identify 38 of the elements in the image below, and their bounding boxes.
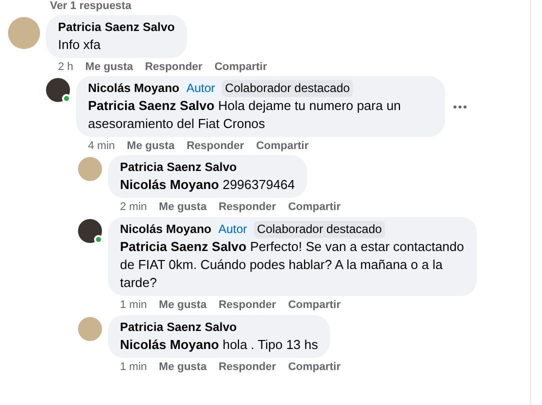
comment-time[interactable]: 2 min xyxy=(120,198,147,216)
comment-text: Nicolás Moyano 2996379464 xyxy=(120,176,295,194)
author-name[interactable]: Patricia Saenz Salvo xyxy=(120,319,237,336)
avatar[interactable] xyxy=(46,78,70,102)
author-badge: Autor xyxy=(215,221,250,238)
author-name[interactable]: Nicolás Moyano xyxy=(88,80,180,97)
view-replies-link[interactable]: Ver 1 respuesta xyxy=(8,0,530,13)
author-name[interactable]: Patricia Saenz Salvo xyxy=(58,19,175,36)
comment-time[interactable]: 1 min xyxy=(120,296,147,314)
author-badge: Colaborador destacado xyxy=(222,80,353,97)
comment-action[interactable]: Responder xyxy=(218,296,276,314)
comment-action[interactable]: Compartir xyxy=(288,296,341,314)
more-icon[interactable] xyxy=(453,104,467,108)
author-badge: Colaborador destacado xyxy=(254,221,385,238)
comment-time[interactable]: 2 h xyxy=(58,58,74,76)
comment-text: Info xfa xyxy=(58,36,102,54)
comment-action[interactable]: Me gusta xyxy=(158,358,207,376)
comment-action[interactable]: Responder xyxy=(218,198,276,216)
comment-action[interactable]: Responder xyxy=(218,358,276,376)
comment-time[interactable]: 1 min xyxy=(120,358,147,376)
author-name[interactable]: Nicolás Moyano xyxy=(120,221,212,238)
comment-action[interactable]: Me gusta xyxy=(158,296,207,314)
comment-time[interactable]: 4 min xyxy=(88,137,115,155)
comment-action[interactable]: Me gusta xyxy=(85,58,133,76)
comment-text: Nicolás Moyano hola . Tipo 13 hs xyxy=(120,336,318,354)
comment-action[interactable]: Compartir xyxy=(288,358,341,376)
comment-action[interactable]: Responder xyxy=(186,137,244,155)
comment-action[interactable]: Me gusta xyxy=(126,137,175,155)
author-name[interactable]: Patricia Saenz Salvo xyxy=(120,159,237,176)
comment-action[interactable]: Me gusta xyxy=(158,198,207,216)
author-badge: Autor xyxy=(183,80,218,97)
comment-action[interactable]: Responder xyxy=(144,58,202,76)
comment-text: Patricia Saenz Salvo Hola dejame tu numero para un asesoramiento del Fiat Cronos xyxy=(88,97,402,133)
avatar[interactable] xyxy=(78,219,102,243)
comment-action[interactable]: Compartir xyxy=(256,137,309,155)
comment-action[interactable]: Compartir xyxy=(288,198,341,216)
comment-text: Patricia Saenz Salvo Perfecto! Se van a estar contactando de FIAT 0km. Cuándo podes hablar? A la mañana o a la tarde? xyxy=(120,238,465,292)
comment-action[interactable]: Compartir xyxy=(214,58,268,76)
